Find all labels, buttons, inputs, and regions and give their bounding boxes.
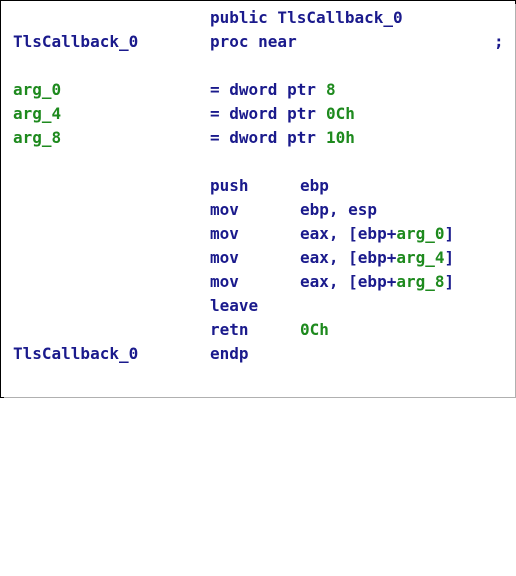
endp-line[interactable]: TlsCallback_0 endp bbox=[0, 342, 514, 366]
instruction-line[interactable]: push ebp bbox=[0, 174, 514, 198]
instruction-line[interactable]: retn 0Ch bbox=[0, 318, 514, 342]
operand-suffix: ] bbox=[444, 248, 455, 267]
instruction-mnemonic: push bbox=[210, 176, 249, 195]
instruction-line[interactable]: mov eax, [ebp+arg_4] bbox=[0, 246, 514, 270]
operand-prefix: eax, [ebp+ bbox=[300, 272, 397, 291]
instruction-mnemonic: leave bbox=[210, 296, 259, 315]
instruction-operand: eax, [ebp+arg_0] bbox=[300, 222, 454, 246]
arg-name[interactable]: arg_0 bbox=[13, 78, 61, 102]
instruction-line[interactable]: mov eax, [ebp+arg_8] bbox=[0, 270, 514, 294]
instruction-mnemonic: mov bbox=[210, 200, 239, 219]
proc-line[interactable]: TlsCallback_0 proc near ; bbox=[0, 30, 514, 54]
instruction-line[interactable]: mov ebp, esp bbox=[0, 198, 514, 222]
instruction-operand: eax, [ebp+arg_8] bbox=[300, 270, 454, 294]
instruction-line[interactable]: leave bbox=[0, 294, 514, 318]
endp-directive: endp bbox=[210, 344, 249, 363]
instruction-mnemonic: mov bbox=[210, 248, 239, 267]
proc-directive: proc near bbox=[210, 32, 297, 51]
disassembly-listing[interactable]: public TlsCallback_0 TlsCallback_0 proc … bbox=[0, 0, 514, 396]
operand-arg-ref[interactable]: arg_0 bbox=[396, 224, 444, 243]
instruction-operand: 0Ch bbox=[300, 320, 329, 339]
public-directive: public TlsCallback_0 bbox=[210, 8, 403, 27]
instruction-operand: ebp, esp bbox=[300, 200, 378, 219]
public-line[interactable]: public TlsCallback_0 bbox=[0, 6, 514, 30]
arg-line[interactable]: arg_4 = dword ptr 0Ch bbox=[0, 102, 514, 126]
operand-prefix: eax, [ebp+ bbox=[300, 248, 397, 267]
operand-arg-ref[interactable]: arg_4 bbox=[396, 248, 444, 267]
comment-marker: ; bbox=[494, 32, 504, 51]
instruction-line[interactable]: mov eax, [ebp+arg_0] bbox=[0, 222, 514, 246]
instruction-mnemonic: mov bbox=[210, 272, 239, 291]
instruction-operand: eax, [ebp+arg_4] bbox=[300, 246, 454, 270]
instruction-operand: ebp bbox=[300, 176, 329, 195]
arg-eq: = dword ptr bbox=[210, 104, 316, 123]
instruction-mnemonic: mov bbox=[210, 224, 239, 243]
operand-prefix: eax, [ebp+ bbox=[300, 224, 397, 243]
operand-suffix: ] bbox=[444, 272, 455, 291]
proc-label[interactable]: TlsCallback_0 bbox=[13, 30, 138, 54]
arg-value: 0Ch bbox=[326, 104, 355, 123]
arg-line[interactable]: arg_0 = dword ptr 8 bbox=[0, 78, 514, 102]
arg-value: 8 bbox=[326, 80, 336, 99]
arg-eq: = dword ptr bbox=[210, 80, 316, 99]
arg-eq: = dword ptr bbox=[210, 128, 316, 147]
arg-value: 10h bbox=[326, 128, 355, 147]
arg-line[interactable]: arg_8 = dword ptr 10h bbox=[0, 126, 514, 150]
operand-arg-ref[interactable]: arg_8 bbox=[396, 272, 444, 291]
arg-name[interactable]: arg_4 bbox=[13, 102, 61, 126]
instruction-mnemonic: retn bbox=[210, 320, 249, 339]
arg-name[interactable]: arg_8 bbox=[13, 126, 61, 150]
operand-suffix: ] bbox=[444, 224, 455, 243]
endp-label[interactable]: TlsCallback_0 bbox=[13, 342, 138, 366]
